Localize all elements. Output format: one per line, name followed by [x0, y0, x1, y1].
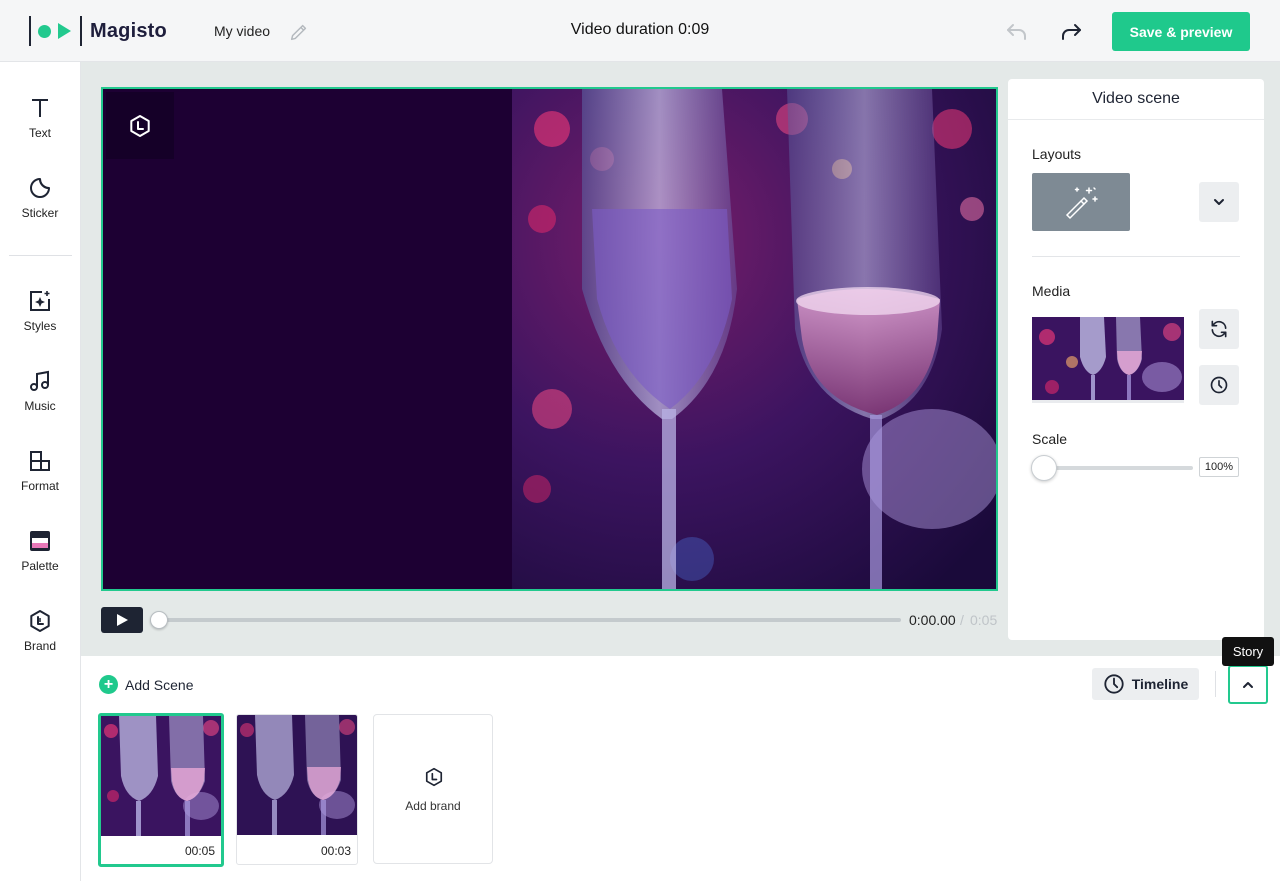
format-icon: [30, 451, 50, 471]
scene-duration: 00:03: [320, 844, 351, 858]
music-icon: [30, 370, 49, 391]
scene-photo: [512, 89, 996, 589]
timeline-button[interactable]: Timeline: [1092, 668, 1199, 700]
layout-thumbnail[interactable]: [1032, 173, 1130, 231]
video-preview[interactable]: [101, 87, 998, 591]
trim-media-button[interactable]: [1199, 365, 1239, 405]
sidebar-item-brand[interactable]: Brand: [0, 609, 80, 669]
palette-icon: [30, 531, 50, 551]
playback-scrubber-handle[interactable]: [150, 611, 168, 629]
scene-duration: 00:05: [184, 844, 215, 858]
total-time: 0:05: [970, 612, 998, 628]
media-thumbnail[interactable]: [1032, 317, 1184, 403]
brand-icon: [30, 610, 50, 632]
scene-card[interactable]: 00:03: [236, 714, 358, 865]
add-brand-label: Add brand: [405, 799, 461, 813]
story-tooltip: Story: [1222, 637, 1274, 666]
current-time: 0:00.00: [909, 612, 956, 628]
story-toggle-button[interactable]: [1228, 665, 1268, 704]
refresh-icon: [1211, 320, 1227, 338]
logo-play-icon: [58, 23, 71, 39]
scene-properties-panel: Video scene Layouts Media Scale 100%: [1008, 79, 1264, 640]
scale-label: Scale: [1032, 431, 1068, 447]
styles-icon: [30, 291, 50, 311]
magisto-logo[interactable]: Magisto: [29, 16, 167, 46]
logo-bar: [80, 16, 82, 46]
timeline-label: Timeline: [1131, 676, 1189, 692]
redo-icon[interactable]: [1058, 20, 1084, 44]
pencil-icon[interactable]: [288, 21, 310, 43]
media-label: Media: [1032, 283, 1071, 299]
sidebar-item-text[interactable]: Text: [0, 96, 80, 156]
sidebar-item-label: Sticker: [21, 206, 59, 220]
brand-logo-placeholder[interactable]: [106, 92, 174, 159]
sidebar-item-music[interactable]: Music: [0, 369, 80, 429]
add-scene-button[interactable]: + Add Scene: [99, 675, 194, 694]
sidebar-item-styles[interactable]: Styles: [0, 289, 80, 349]
sidebar-item-label: Palette: [21, 559, 59, 573]
scale-slider-track[interactable]: [1036, 466, 1193, 470]
top-bar: Magisto My video Video duration 0:09 Sav…: [0, 0, 1280, 62]
logo-text: Magisto: [90, 19, 167, 42]
sidebar-item-label: Text: [28, 126, 51, 140]
sidebar-item-label: Styles: [23, 319, 57, 333]
sidebar-item-palette[interactable]: Palette: [0, 529, 80, 589]
media-thumbnail-image: [1032, 317, 1184, 400]
video-duration: Video duration 0:09: [570, 21, 710, 38]
undo-icon[interactable]: [1004, 20, 1030, 44]
sidebar-item-format[interactable]: Format: [0, 449, 80, 509]
toolbar-divider: [1215, 671, 1216, 697]
tools-sidebar: Text Sticker Styles Music Format Palette…: [0, 62, 81, 881]
brand-icon: [130, 114, 150, 137]
save-preview-button[interactable]: Save & preview: [1112, 12, 1250, 51]
chevron-down-icon: [1214, 199, 1224, 205]
scene-thumbnail: [237, 715, 357, 835]
sidebar-item-label: Format: [20, 479, 59, 493]
scene-thumbnail: [101, 716, 221, 836]
logo-bar: [29, 16, 31, 46]
plus-icon: +: [99, 675, 118, 694]
add-brand-card[interactable]: Add brand: [373, 714, 493, 864]
replace-media-button[interactable]: [1199, 309, 1239, 349]
magic-wand-icon: [1065, 187, 1098, 220]
playback-progress-track[interactable]: [158, 618, 901, 622]
sidebar-divider: [9, 255, 72, 256]
sidebar-item-sticker[interactable]: Sticker: [0, 176, 80, 236]
play-icon: [117, 614, 128, 626]
layouts-dropdown-button[interactable]: [1199, 182, 1239, 222]
clock-icon: [1210, 376, 1228, 394]
chevron-up-icon: [1243, 681, 1253, 688]
brand-icon: [425, 767, 443, 787]
sidebar-item-label: Brand: [23, 639, 57, 653]
sidebar-item-label: Music: [24, 399, 56, 413]
scene-card[interactable]: 00:05: [98, 713, 224, 867]
time-separator: /: [960, 612, 964, 628]
sticker-icon: [30, 178, 50, 198]
play-button[interactable]: [101, 607, 143, 633]
panel-divider: [1032, 256, 1240, 257]
video-name[interactable]: My video: [214, 23, 270, 39]
panel-title: Video scene: [1008, 79, 1264, 120]
scale-slider-handle[interactable]: [1031, 455, 1057, 481]
clock-icon: [1104, 674, 1124, 694]
logo-dot-icon: [38, 24, 51, 38]
add-scene-label: Add Scene: [125, 676, 194, 693]
layouts-label: Layouts: [1032, 146, 1082, 162]
text-icon: [32, 99, 48, 117]
scale-value-input[interactable]: 100%: [1199, 457, 1239, 477]
text-layout-panel[interactable]: [103, 89, 512, 589]
